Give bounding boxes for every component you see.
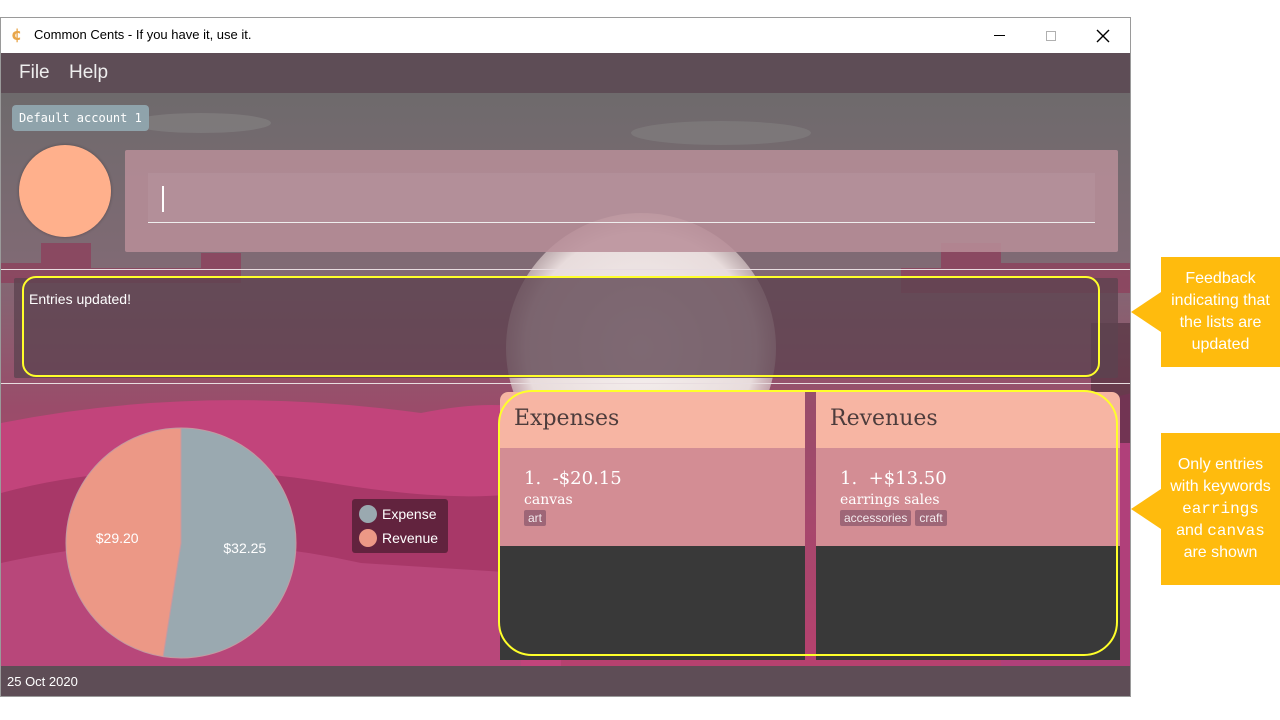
list-item[interactable]: 1. -$20.15 canvas art (500, 448, 805, 546)
feedback-panel: Entries updated! (14, 278, 1118, 378)
status-date: 25 Oct 2020 (7, 674, 78, 689)
callout-text-part: Only entries with keywords (1170, 456, 1271, 495)
callout-lists-text: Only entries with keywords earrings and … (1161, 433, 1280, 585)
legend-label-expense: Expense (382, 506, 437, 522)
entry-description: earrings sales (840, 492, 940, 508)
pie-legend: Expense Revenue (352, 499, 448, 553)
revenues-list: Revenues 1. +$13.50 earrings sales acces… (816, 392, 1120, 660)
entry-tags: art (524, 510, 547, 526)
window-title: Common Cents - If you have it, use it. (34, 27, 252, 42)
command-input[interactable] (148, 173, 1095, 223)
account-badge[interactable]: Default account 1 (12, 105, 149, 131)
entry-tag: accessories (840, 510, 912, 526)
entry-value: +$13.50 (868, 468, 947, 489)
section-divider (1, 383, 1130, 384)
command-panel (125, 150, 1118, 252)
legend-swatch-revenue (359, 529, 377, 547)
callout-keyword: canvas (1207, 522, 1265, 540)
pie-chart: $32.25 $29.20 (65, 427, 297, 659)
app-window: ¢ Common Cents - If you have it, use it.… (0, 17, 1131, 697)
screenshot-stage: ¢ Common Cents - If you have it, use it.… (0, 0, 1280, 720)
main-content: Default account 1 Entries updated! $32.2… (1, 93, 1130, 666)
callout-feedback: Feedback indicating that the lists are u… (1131, 257, 1280, 367)
expenses-list: Expenses 1. -$20.15 canvas art (500, 392, 805, 660)
entry-tags: accessories craft (840, 510, 947, 526)
menu-bar: File Help (1, 53, 1130, 93)
revenues-header: Revenues (816, 392, 1120, 448)
legend-item-revenue: Revenue (359, 527, 438, 549)
callout-lists: Only entries with keywords earrings and … (1131, 433, 1280, 585)
legend-label-revenue: Revenue (382, 530, 439, 546)
section-divider (1, 269, 1130, 270)
entry-amount: 1. -$20.15 (524, 468, 622, 489)
minimize-button[interactable] (976, 18, 1022, 53)
list-item[interactable]: 1. +$13.50 earrings sales accessories cr… (816, 448, 1120, 546)
callout-arrow-icon (1131, 489, 1161, 529)
entry-amount: 1. +$13.50 (840, 468, 947, 489)
app-cents-icon: ¢ (11, 25, 23, 44)
maximize-icon (1046, 30, 1056, 41)
close-icon (1096, 29, 1110, 42)
maximize-button[interactable] (1028, 18, 1074, 53)
callout-arrow-icon (1131, 292, 1161, 332)
entry-value: -$20.15 (552, 468, 622, 489)
close-button[interactable] (1080, 18, 1126, 53)
callout-text-part: are shown (1183, 544, 1258, 561)
revenues-title: Revenues (830, 406, 938, 431)
entry-index: 1. (524, 468, 542, 489)
entry-tag: art (524, 510, 547, 526)
menu-file[interactable]: File (19, 62, 50, 84)
status-bar: 25 Oct 2020 (1, 666, 1130, 696)
text-caret (162, 186, 164, 212)
expenses-header: Expenses (500, 392, 805, 448)
minimize-icon (993, 35, 1005, 36)
callout-keyword: earrings (1182, 500, 1259, 518)
legend-item-expense: Expense (359, 503, 436, 525)
avatar (19, 145, 111, 237)
legend-swatch-expense (359, 505, 377, 523)
feedback-message: Entries updated! (29, 291, 131, 307)
title-bar: ¢ Common Cents - If you have it, use it. (1, 18, 1130, 53)
pie-label-expense: $32.25 (223, 540, 266, 556)
entry-index: 1. (840, 468, 858, 489)
callout-feedback-text: Feedback indicating that the lists are u… (1161, 257, 1280, 367)
expenses-title: Expenses (514, 406, 620, 431)
entry-tag: craft (915, 510, 947, 526)
pie-label-revenue: $29.20 (96, 530, 139, 546)
entry-description: canvas (524, 492, 573, 508)
menu-help[interactable]: Help (69, 62, 108, 84)
callout-text-part: and (1176, 522, 1203, 539)
